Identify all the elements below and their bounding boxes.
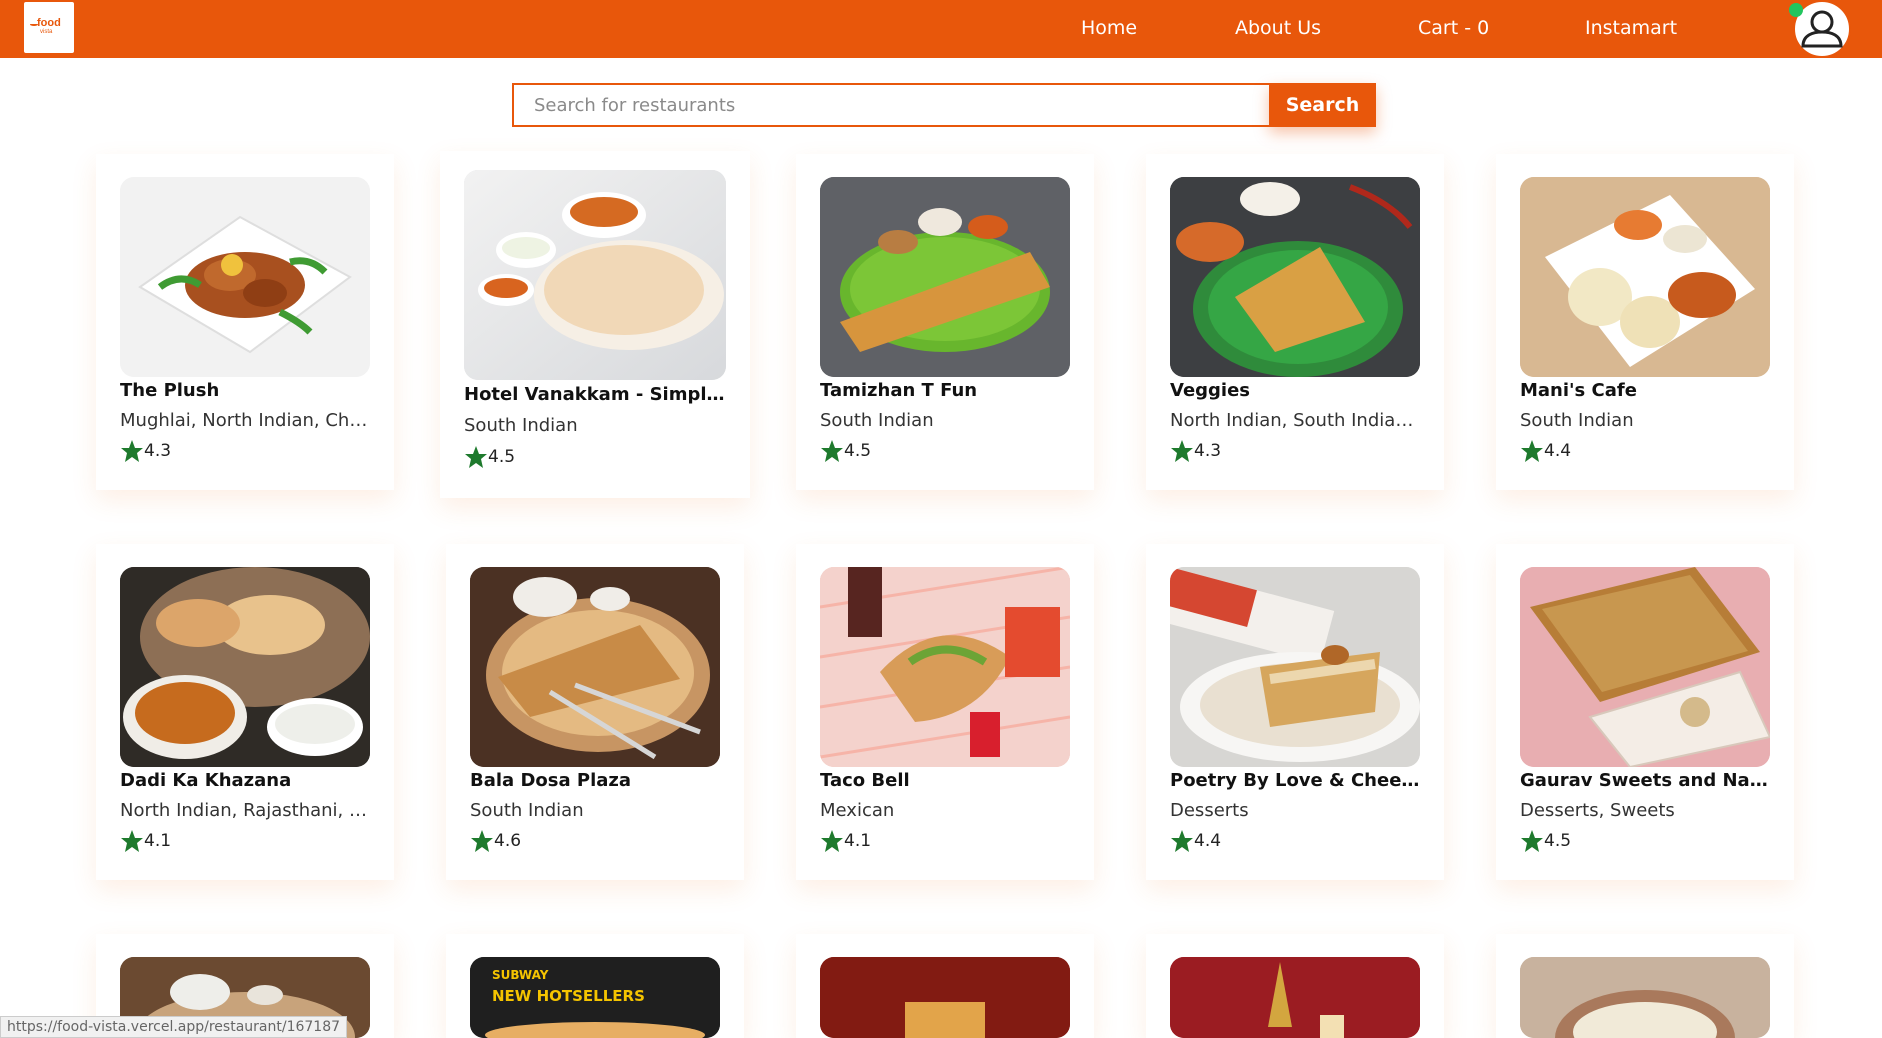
nav-about-us-link[interactable]: About Us [1235,17,1321,39]
rating-value: 4.5 [1544,831,1572,851]
rating-value: 4.1 [144,831,172,851]
restaurant-image [120,177,370,377]
rating-value: 4.3 [1194,441,1222,461]
restaurant-name: Gaurav Sweets and Namke... [1520,770,1770,791]
restaurant-image [464,170,726,380]
logo-text-food: food [37,17,61,29]
restaurant-image [1170,957,1420,1038]
star-icon [1171,440,1193,462]
restaurant-image [820,177,1070,377]
star-icon [1521,440,1543,462]
rating-value: 4.6 [494,831,522,851]
restaurant-search-input[interactable] [512,83,1270,127]
star-icon [1521,830,1543,852]
logo-text-vista: vista [40,29,53,35]
restaurant-cuisine: North Indian, Rajasthani, T... [120,800,370,821]
restaurant-name: The Plush [120,380,220,401]
restaurant-image [470,567,720,767]
rating-value: 4.4 [1194,831,1222,851]
restaurant-card[interactable] [1496,934,1794,1038]
restaurant-rating: 4.5 [1520,829,1571,853]
browser-status-url: https://food-vista.vercel.app/restaurant… [0,1016,348,1038]
rating-value: 4.1 [844,831,872,851]
restaurant-rating: 4.1 [820,829,871,853]
restaurant-card[interactable] [1146,934,1444,1038]
restaurant-name: Poetry By Love & Cheeseca... [1170,770,1420,791]
rating-value: 4.3 [144,441,172,461]
restaurant-card[interactable]: Dadi Ka Khazana North Indian, Rajasthani… [96,544,394,880]
restaurant-image [1520,177,1770,377]
restaurant-rating: 4.4 [1170,829,1221,853]
restaurant-card[interactable]: Taco Bell Mexican 4.1 [796,544,1094,880]
restaurant-rating: 4.6 [470,829,521,853]
restaurant-image [1170,567,1420,767]
food-vista-logo[interactable]: food vista [24,2,74,53]
star-icon [1171,830,1193,852]
restaurant-cuisine: South Indian [470,800,584,821]
restaurant-image [1170,177,1420,377]
star-icon [471,830,493,852]
restaurant-cuisine: Desserts [1170,800,1249,821]
restaurant-cuisine: Mexican [820,800,895,821]
restaurant-name: Dadi Ka Khazana [120,770,292,791]
restaurant-cuisine: South Indian [820,410,934,431]
star-icon [465,446,487,468]
restaurant-rating: 4.4 [1520,439,1571,463]
subway-brand-text: SUBWAY [492,968,549,982]
restaurant-card[interactable]: Tamizhan T Fun South Indian 4.5 [796,154,1094,490]
restaurant-name: Veggies [1170,380,1251,401]
rating-value: 4.5 [488,447,516,467]
star-icon [821,440,843,462]
restaurant-cuisine: Desserts, Sweets [1520,800,1675,821]
restaurant-card[interactable]: Hotel Vanakkam - Simply T... South India… [440,151,750,498]
restaurant-image: SUBWAY NEW HOTSELLERS [470,957,720,1038]
restaurant-rating: 4.3 [1170,439,1221,463]
rating-value: 4.4 [1544,441,1572,461]
online-status-dot [1789,3,1803,17]
restaurant-name: Bala Dosa Plaza [470,770,632,791]
star-icon [821,830,843,852]
restaurant-cuisine: South Indian [464,415,578,436]
restaurant-card[interactable]: SUBWAY NEW HOTSELLERS [446,934,744,1038]
restaurant-image [120,567,370,767]
restaurant-name: Hotel Vanakkam - Simply T... [464,384,726,405]
nav-instamart-link[interactable]: Instamart [1585,17,1677,39]
star-icon [121,440,143,462]
restaurant-cuisine: South Indian [1520,410,1634,431]
nav-home-link[interactable]: Home [1081,17,1137,39]
restaurant-image [1520,567,1770,767]
new-hotsellers-text: NEW HOTSELLERS [492,987,645,1005]
user-profile-icon [1801,10,1843,48]
restaurant-name: Tamizhan T Fun [820,380,978,401]
restaurant-name: Taco Bell [820,770,910,791]
search-button[interactable]: Search [1269,83,1376,127]
restaurant-rating: 4.5 [820,439,871,463]
nav-cart-link[interactable]: Cart - 0 [1418,17,1489,39]
restaurant-card[interactable]: Veggies North Indian, South Indian,... 4… [1146,154,1444,490]
restaurant-name: Mani's Cafe [1520,380,1637,401]
restaurant-image [1520,957,1770,1038]
restaurant-rating: 4.3 [120,439,171,463]
star-icon [121,830,143,852]
top-navbar: food vista Home About Us Cart - 0 Instam… [0,0,1882,58]
restaurant-cuisine: Mughlai, North Indian, Chin... [120,410,370,431]
rating-value: 4.5 [844,441,872,461]
restaurant-card[interactable]: The Plush Mughlai, North Indian, Chin...… [96,154,394,490]
restaurant-card[interactable] [796,934,1094,1038]
restaurant-card[interactable]: Poetry By Love & Cheeseca... Desserts 4.… [1146,544,1444,880]
restaurant-card[interactable]: Gaurav Sweets and Namke... Desserts, Swe… [1496,544,1794,880]
restaurant-rating: 4.1 [120,829,171,853]
restaurant-card[interactable]: Bala Dosa Plaza South Indian 4.6 [446,544,744,880]
restaurant-card[interactable]: Mani's Cafe South Indian 4.4 [1496,154,1794,490]
restaurant-cuisine: North Indian, South Indian,... [1170,410,1420,431]
restaurant-rating: 4.5 [464,445,515,469]
restaurant-image [820,567,1070,767]
restaurant-image [820,957,1070,1038]
